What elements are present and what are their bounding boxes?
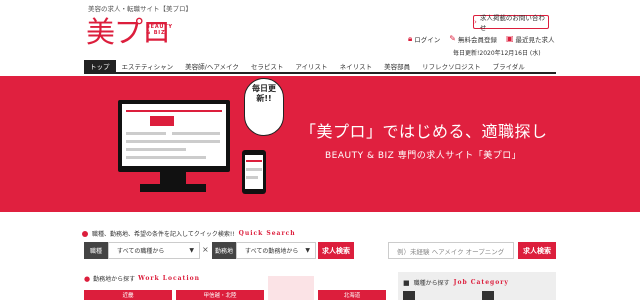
quick-search-label: 職種、勤務地、希望の条件を記入してクイック検索!! Quick Search: [82, 229, 296, 238]
screen-banner: [150, 116, 174, 126]
nav-item-hairdresser[interactable]: 美容師/ヘアメイク: [179, 60, 245, 72]
nav-item-therapist[interactable]: セラピスト: [245, 60, 290, 72]
region-kinki[interactable]: 近畿: [84, 290, 172, 300]
hero-title: 「美プロ」ではじめる、適職探し: [300, 122, 548, 141]
briefcase-icon: ■: [403, 278, 410, 287]
header-links: 🔒︎ ログイン ✎ 無料会員登録 ▣ 最近見た求人: [408, 34, 555, 45]
nav-item-esthetician[interactable]: エステティシャン: [116, 60, 180, 72]
logo-subtitle: BEAUTY & BIZ: [146, 24, 173, 36]
map-pin-icon: ●: [84, 274, 91, 283]
region-hokkaido[interactable]: 北海道: [318, 290, 386, 300]
phone-screen-bar: [246, 160, 262, 162]
screen-block: [172, 132, 220, 135]
chevron-down-icon: ▼: [305, 247, 310, 254]
nav-item-nailist[interactable]: ネイリスト: [334, 60, 379, 72]
phone-screen-block: [246, 168, 262, 171]
map-area: [268, 276, 314, 300]
register-link[interactable]: ✎ 無料会員登録: [449, 34, 497, 45]
job-section-label: ■ 職種から探す Job Category: [403, 278, 509, 288]
job-category-icon[interactable]: [403, 291, 415, 300]
region-koshinetsu-hokuriku[interactable]: 甲信越・北陸: [176, 290, 264, 300]
login-link[interactable]: 🔒︎ ログイン: [408, 34, 440, 45]
chevron-right-icon: ›: [474, 18, 477, 26]
screen-block: [126, 156, 206, 159]
monitor-stand: [160, 172, 186, 184]
nav-item-bridal[interactable]: ブライダル: [487, 60, 531, 72]
location-select[interactable]: 勤務地 すべての勤務地から ▼: [212, 242, 316, 259]
nav-underline: [84, 72, 556, 74]
lock-icon: 🔒︎: [408, 34, 413, 43]
inquiry-button[interactable]: › 求人掲載のお問い合わせ: [473, 14, 549, 32]
updated-date: 毎日更新!2020年12月16日 (水): [453, 50, 541, 57]
nav-item-reflexologist[interactable]: リフレクソロジスト: [416, 60, 487, 72]
job-category-icon[interactable]: [482, 291, 494, 300]
register-icon: ✎: [449, 34, 456, 43]
nav-item-top[interactable]: トップ: [84, 60, 116, 72]
times-icon: ×: [202, 245, 209, 254]
nav-item-eyelist[interactable]: アイリスト: [289, 60, 333, 72]
speech-bubble-text: 毎日更新!!: [252, 84, 276, 103]
recent-jobs-link[interactable]: ▣ 最近見た求人: [505, 34, 555, 45]
hero-banner: [0, 76, 640, 212]
search-button[interactable]: 求人検索: [318, 242, 354, 259]
chevron-down-icon: ▼: [189, 247, 194, 254]
hero-subtitle: BEAUTY & BIZ 専門の求人サイト「美プロ」: [325, 151, 522, 161]
nav-item-beauty-staff[interactable]: 美容部員: [378, 60, 416, 72]
screen-block: [126, 140, 220, 143]
keyword-input[interactable]: 例）未経験 ヘアメイク オープニング: [388, 242, 514, 259]
site-tagline: 美容の求人・転職サイト【美プロ】: [88, 5, 192, 13]
main-nav: トップ エステティシャン 美容師/ヘアメイク セラピスト アイリスト ネイリスト…: [84, 60, 531, 72]
monitor-base: [140, 184, 206, 192]
history-icon: ▣: [505, 34, 514, 43]
location-section-label: ● 勤務地から探す Work Location: [84, 274, 200, 284]
occupation-select[interactable]: 職種 すべての職種から ▼: [84, 242, 200, 259]
phone-screen-block: [246, 176, 258, 179]
screen-block: [126, 148, 186, 151]
screen-nav: [126, 110, 222, 112]
search-icon: [82, 230, 88, 237]
screen-block: [126, 132, 166, 135]
keyword-search-button[interactable]: 求人検索: [518, 242, 556, 259]
